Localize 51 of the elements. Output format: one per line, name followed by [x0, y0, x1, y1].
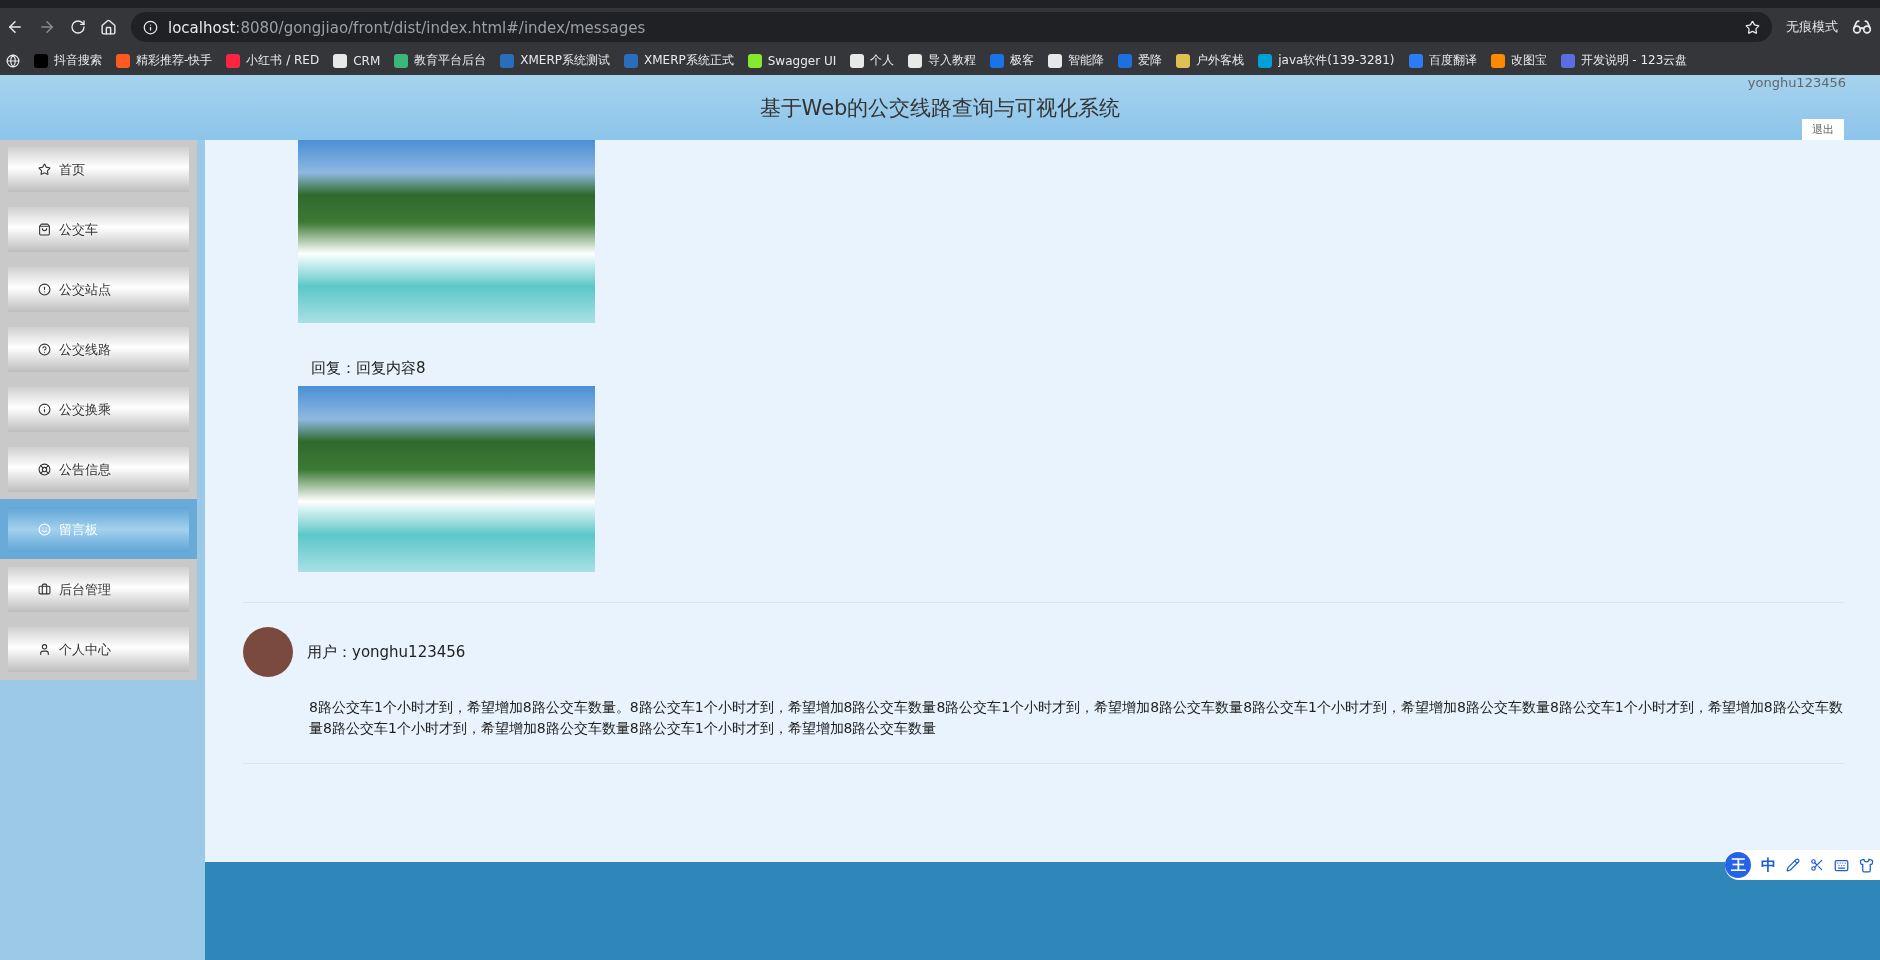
person-icon: [38, 643, 51, 656]
logout-button[interactable]: 退出: [1802, 119, 1844, 140]
bookmark-link[interactable]: java软件(139-3281): [1258, 52, 1395, 69]
bookmark-link[interactable]: 智能降: [1048, 52, 1105, 69]
site-title: 基于Web的公交线路查询与可视化系统: [759, 94, 1121, 122]
pencil-icon[interactable]: [1786, 858, 1800, 872]
bookmark-link[interactable]: 小红书 / RED: [226, 52, 320, 69]
briefcase-icon: [38, 583, 51, 596]
bookmark-link[interactable]: 导入教程: [908, 52, 977, 69]
user-name: 用户：yonghu123456: [307, 642, 466, 662]
question-icon: [38, 343, 51, 356]
bookmark-link[interactable]: 教育平台后台: [394, 52, 487, 69]
bookmark-link[interactable]: 百度翻译: [1408, 52, 1477, 69]
scissors-icon[interactable]: [1810, 858, 1824, 872]
address-bar[interactable]: localhost:8080/gongjiao/front/dist/index.html#/index/messages: [131, 12, 1772, 42]
ime-logo[interactable]: 王: [1725, 852, 1751, 878]
reply-text: 回复：回复内容8: [311, 359, 427, 378]
username-label: yonghu123456: [1747, 75, 1846, 90]
bookmark-link[interactable]: 精彩推荐-快手: [116, 52, 213, 69]
bookmark-star-icon[interactable]: [1745, 19, 1760, 35]
avatar: [243, 627, 293, 677]
info-icon: [38, 403, 51, 416]
bookmark-link[interactable]: XMERP系统测试: [500, 52, 610, 69]
bookmark-link[interactable]: Swagger UI: [747, 53, 837, 68]
bookmark-link[interactable]: 爱降: [1118, 52, 1163, 69]
url-text: localhost:8080/gongjiao/front/dist/index.html#/index/messages: [168, 17, 646, 37]
ring-icon: [38, 463, 51, 476]
bookmark-link[interactable]: 抖音搜索: [34, 52, 102, 69]
incognito-label: 无痕模式: [1786, 18, 1838, 36]
bookmark-link[interactable]: CRM: [333, 53, 381, 68]
info-icon: [143, 19, 158, 35]
smiley-icon: [38, 523, 51, 536]
star-icon: [38, 163, 51, 176]
bookmark-link[interactable]: 改图宝: [1490, 52, 1547, 69]
home-button[interactable]: [100, 18, 117, 36]
back-button[interactable]: [6, 18, 24, 36]
bookmark-link[interactable]: 极客: [990, 52, 1035, 69]
bookmark-link[interactable]: 户外客栈: [1176, 52, 1245, 69]
keyboard-icon[interactable]: [1834, 857, 1849, 873]
reload-button[interactable]: [70, 19, 86, 35]
bookmark-link[interactable]: XMERP系统正式: [624, 52, 734, 69]
bag-icon: [38, 223, 51, 236]
forward-button[interactable]: [38, 18, 56, 36]
shirt-icon[interactable]: [1859, 857, 1874, 873]
bookmark-link[interactable]: 开发说明 - 123云盘: [1560, 52, 1688, 69]
exclamation-icon: [38, 283, 51, 296]
apps-icon[interactable]: [6, 53, 20, 68]
incognito-icon: [1852, 17, 1872, 37]
bookmark-link[interactable]: 个人: [850, 52, 895, 69]
message-text: 8路公交车1个小时才到，希望增加8路公交车数量。8路公交车1个小时才到，希望增加8路公交车数量8路公交车1个小时才到，希望增加8路公交车数量8路公交车1个小时才到，希望增加8路公交车数量8路公交车1个小时才到，希望增加8路公交车数量8路公交车1个小时才到，希望增加8路公交车数量8路公交车1个小时才到，希望增加8路公交车数量: [309, 698, 1844, 738]
ime-mode-toggle[interactable]: 中: [1761, 855, 1776, 875]
